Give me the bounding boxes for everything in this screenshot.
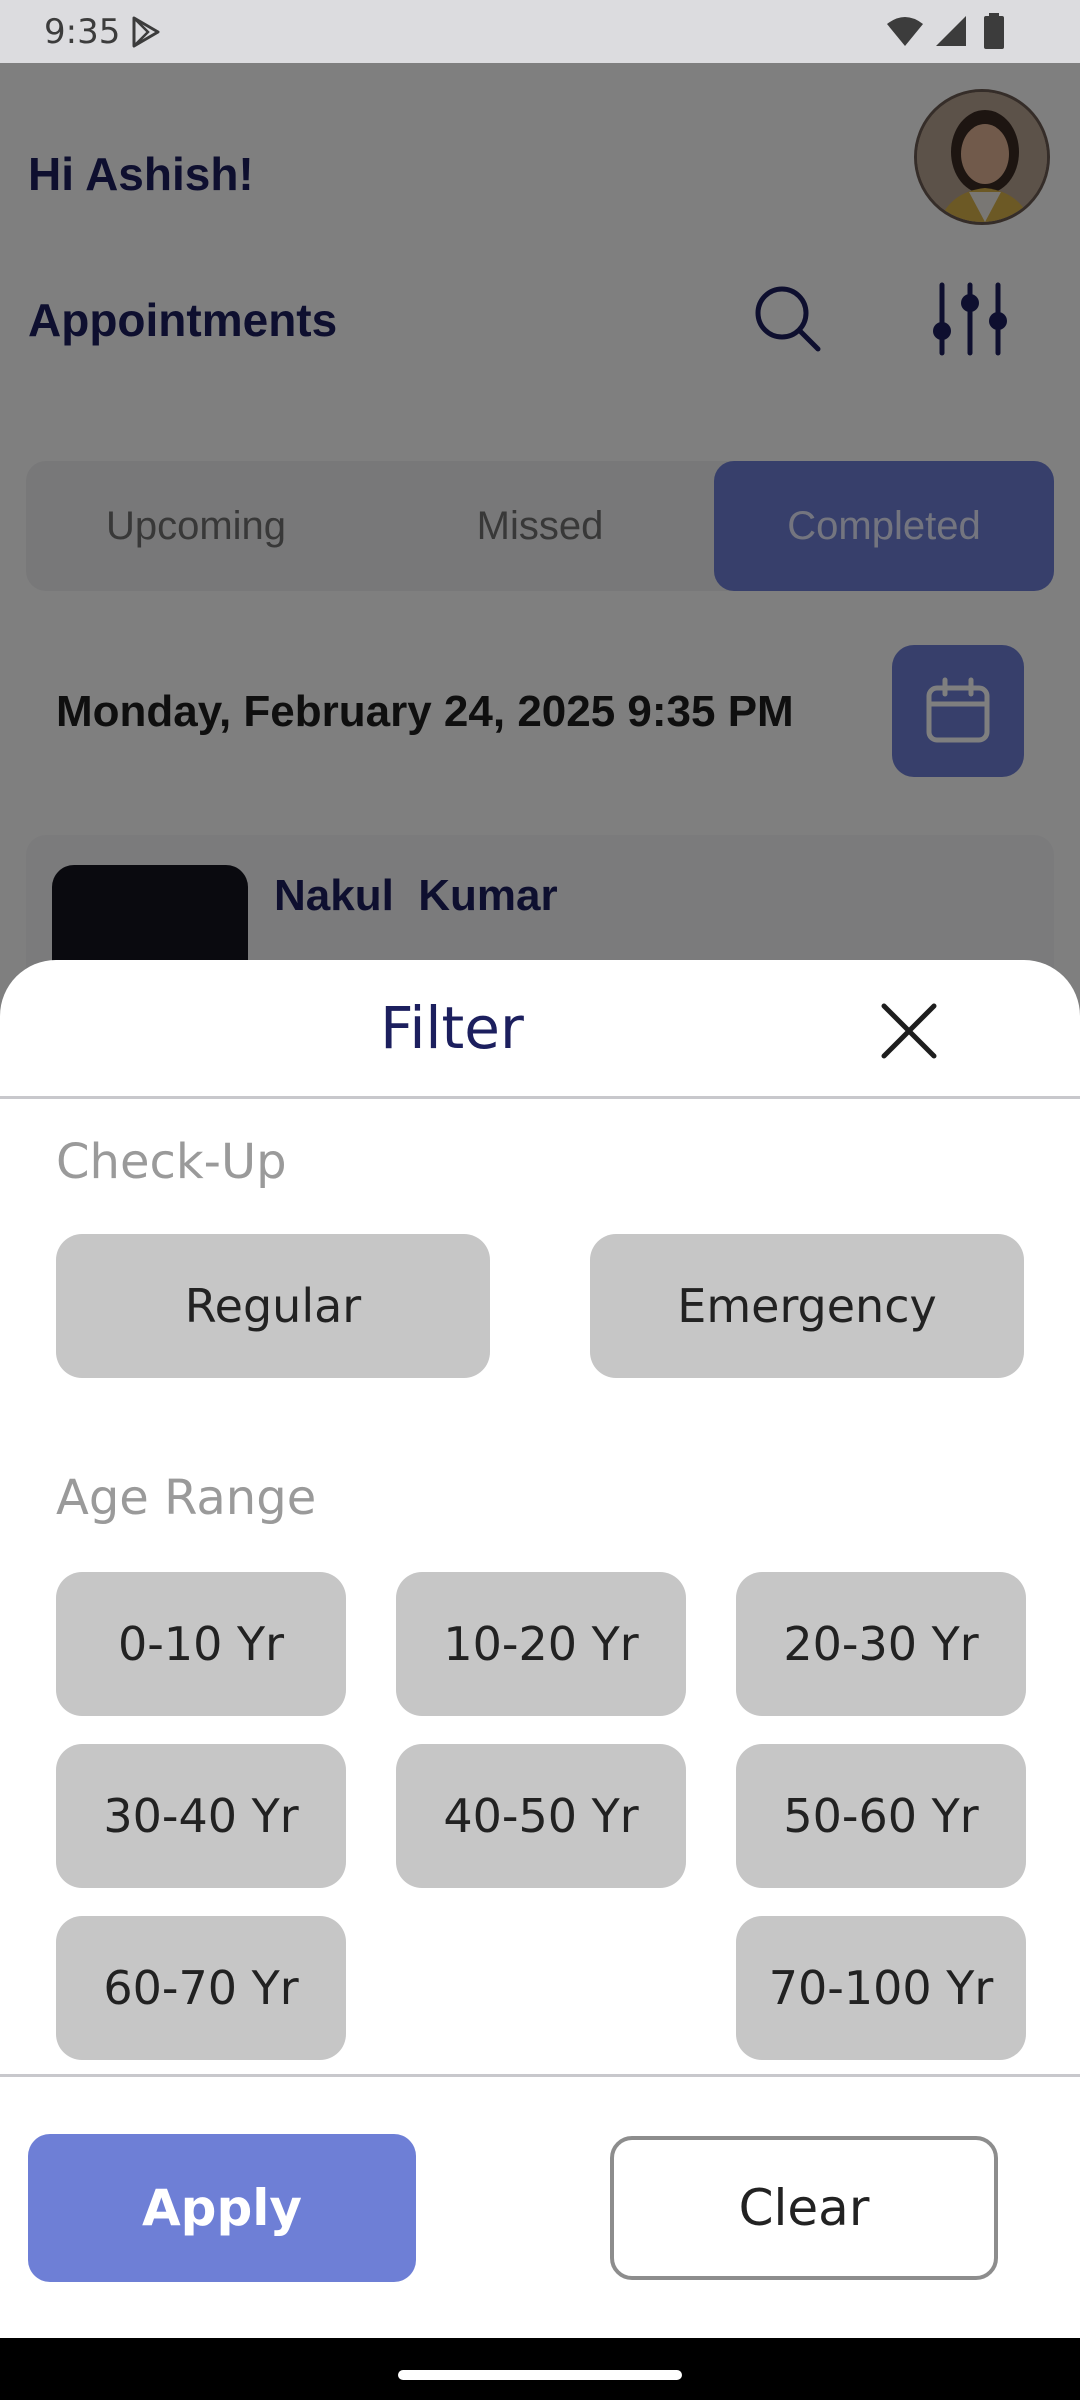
status-time: 9:35 [44, 12, 121, 52]
signal-icon [936, 16, 966, 46]
age-option-0-10[interactable]: 0-10 Yr [56, 1572, 346, 1716]
play-store-icon [132, 16, 160, 48]
checkup-option-regular[interactable]: Regular [56, 1234, 490, 1378]
home-handle[interactable] [398, 2370, 682, 2380]
footer-divider [0, 2074, 1080, 2077]
checkup-option-emergency[interactable]: Emergency [590, 1234, 1024, 1378]
filter-sheet: Filter Check-Up Regular Emergency Age Ra… [0, 960, 1080, 2338]
battery-icon [984, 13, 1004, 49]
age-range-label: Age Range [56, 1470, 317, 1526]
clear-button[interactable]: Clear [610, 2136, 998, 2280]
apply-button[interactable]: Apply [28, 2134, 416, 2282]
age-option-30-40[interactable]: 30-40 Yr [56, 1744, 346, 1888]
age-option-60-70[interactable]: 60-70 Yr [56, 1916, 346, 2060]
age-option-10-20[interactable]: 10-20 Yr [396, 1572, 686, 1716]
age-option-40-50[interactable]: 40-50 Yr [396, 1744, 686, 1888]
age-option-20-30[interactable]: 20-30 Yr [736, 1572, 1026, 1716]
sheet-title: Filter [380, 994, 524, 1062]
wifi-icon [887, 17, 923, 46]
header-divider [0, 1096, 1080, 1099]
checkup-label: Check-Up [56, 1134, 287, 1190]
close-icon[interactable] [878, 1000, 940, 1062]
navigation-bar [0, 2338, 1080, 2400]
age-option-50-60[interactable]: 50-60 Yr [736, 1744, 1026, 1888]
age-option-70-100[interactable]: 70-100 Yr [736, 1916, 1026, 2060]
status-bar: 9:35 [0, 0, 1080, 63]
